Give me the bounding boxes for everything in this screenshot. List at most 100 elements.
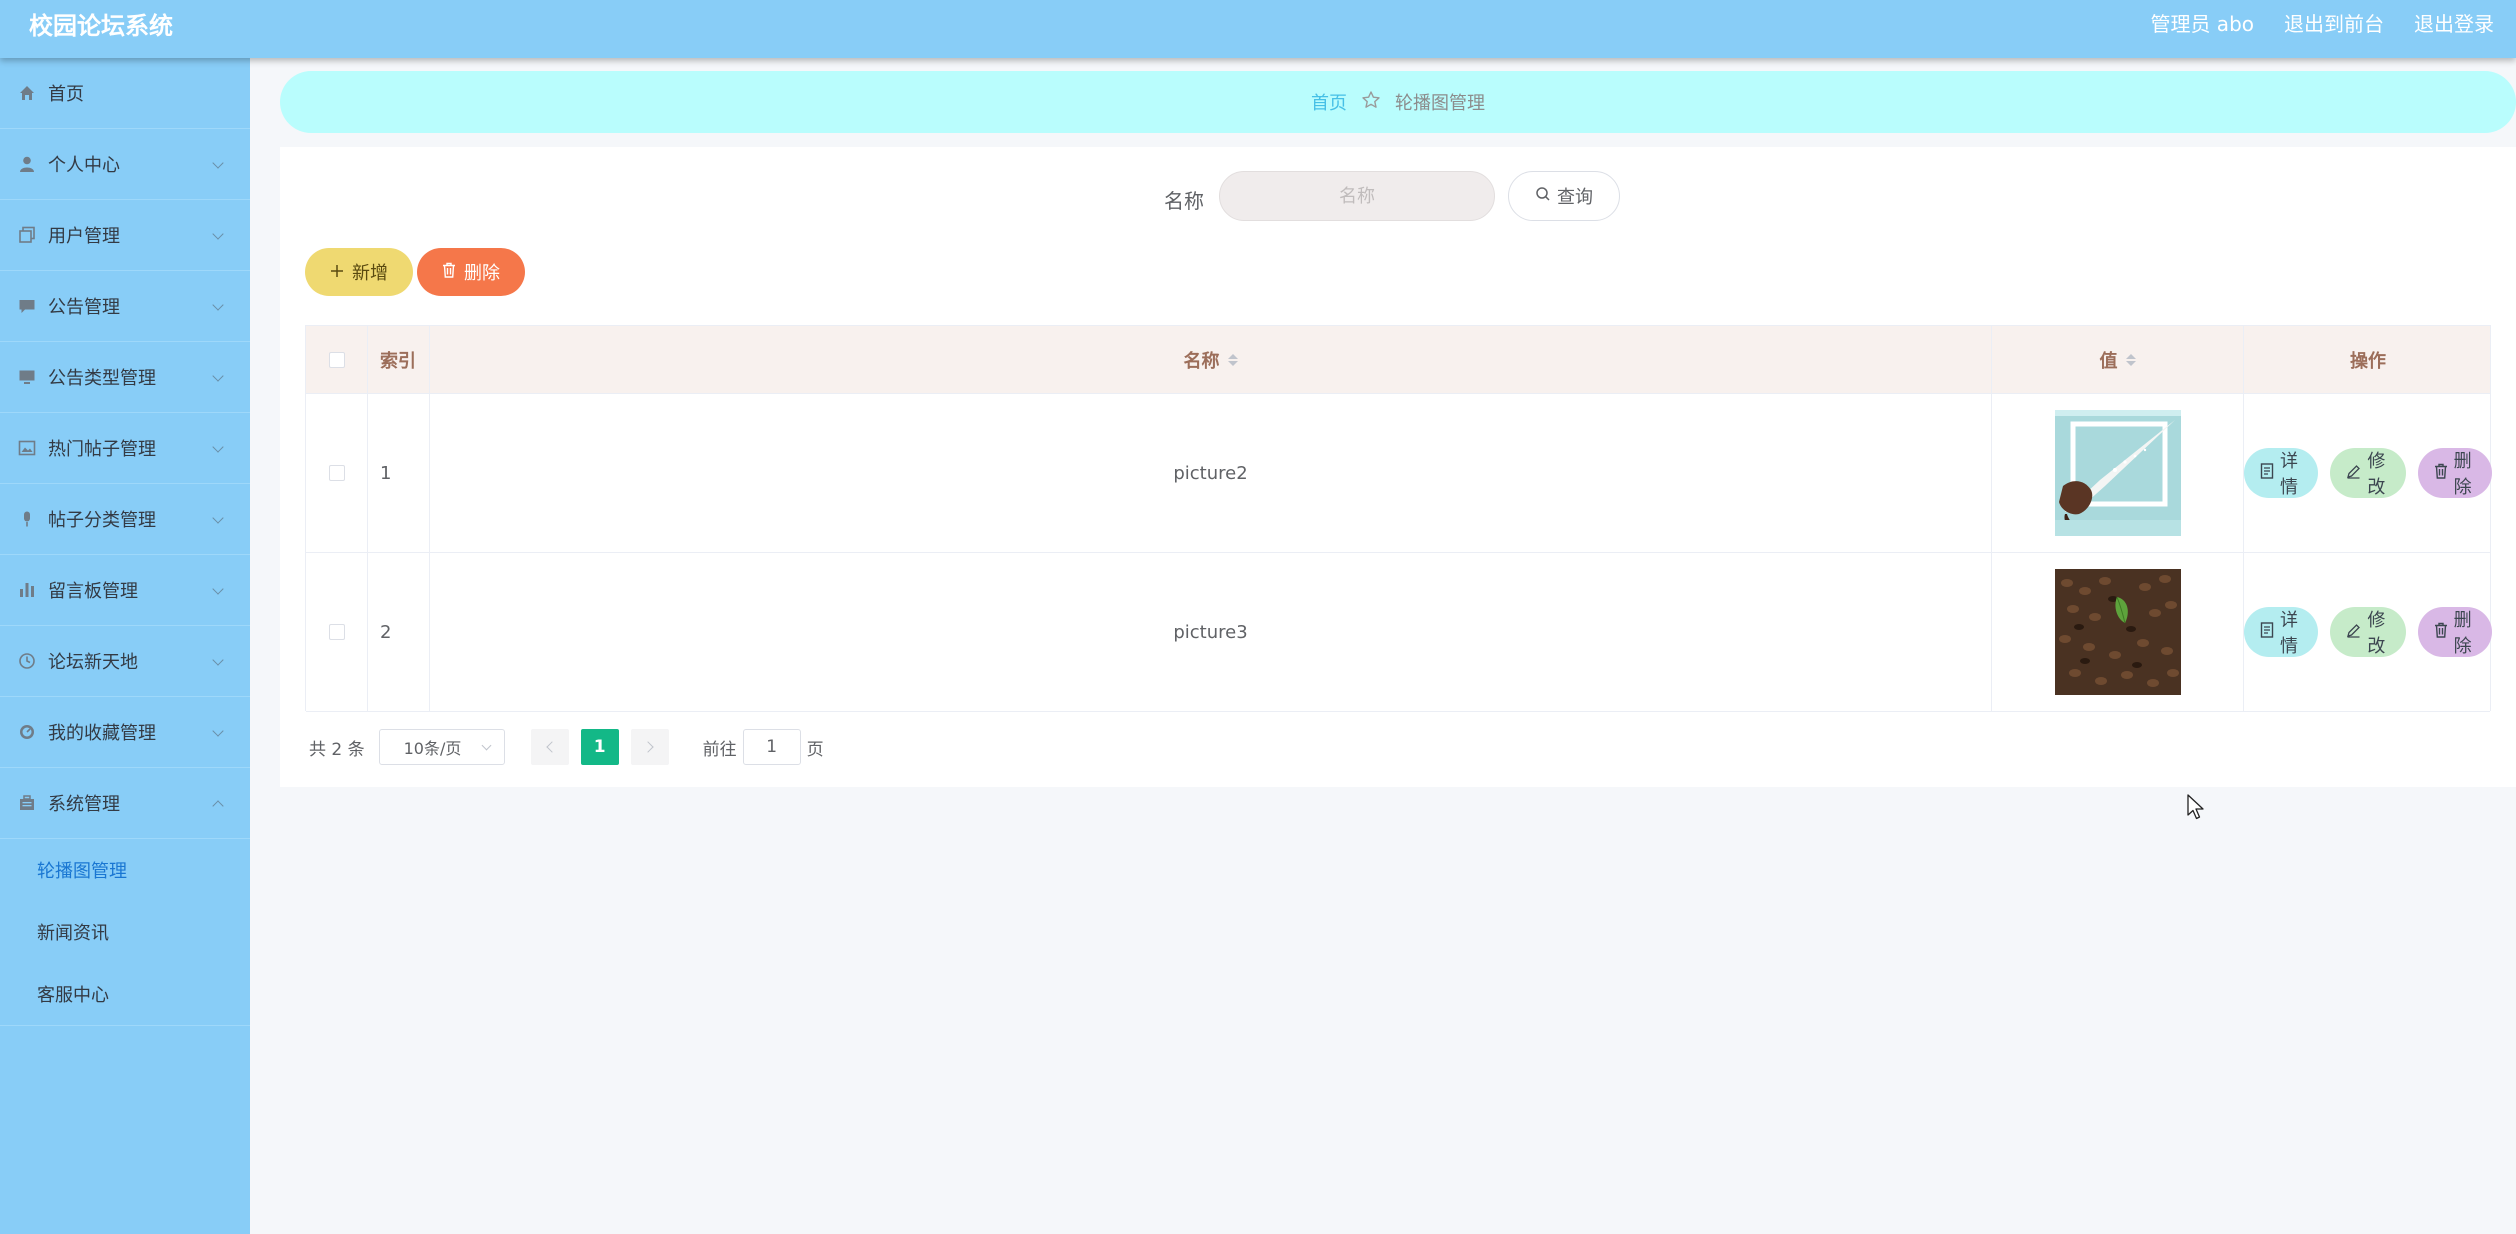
row-checkbox[interactable]	[328, 465, 345, 481]
pagination-total: 共 2 条	[309, 739, 365, 760]
bar-chart-icon	[18, 581, 36, 599]
edit-button[interactable]: 修改	[2330, 448, 2406, 498]
picture-icon	[18, 439, 36, 457]
column-header-value-sortable[interactable]: 值	[1992, 326, 2244, 393]
chevron-down-icon	[212, 441, 224, 453]
copy-icon	[18, 226, 36, 244]
document-icon	[2260, 621, 2274, 643]
chevron-down-icon	[481, 740, 492, 751]
main-panel: 名称 查询 新增 删除 索引 名称 值	[280, 147, 2516, 787]
edit-icon	[2346, 463, 2361, 484]
row-delete-button[interactable]: 删除	[2417, 607, 2493, 657]
sidebar-item-notice-management[interactable]: 公告管理	[0, 271, 250, 342]
sort-caret-icon[interactable]	[2125, 353, 2136, 366]
trash-icon	[2434, 622, 2448, 643]
breadcrumb: 首页 轮播图管理	[280, 71, 2516, 133]
column-header-value: 值	[2099, 350, 2118, 372]
admin-user-label[interactable]: 管理员 abo	[2150, 8, 2254, 37]
chevron-right-icon	[641, 741, 654, 753]
top-bar: 校园论坛系统 管理员 abo 退出到前台 退出登录	[0, 0, 2516, 58]
sidebar-item-label: 热门帖子管理	[48, 439, 156, 460]
sidebar-item-message-board-management[interactable]: 留言板管理	[0, 555, 250, 626]
column-header-operations: 操作	[2350, 350, 2386, 372]
trash-icon	[2434, 463, 2448, 484]
edit-button[interactable]: 修改	[2330, 607, 2406, 657]
sidebar-item-label: 我的收藏管理	[48, 723, 156, 744]
sidebar-item-label: 首页	[48, 84, 84, 105]
document-icon	[2260, 462, 2274, 484]
sidebar-subitem-customer-service[interactable]: 客服中心	[0, 963, 250, 1025]
add-button[interactable]: 新增	[305, 248, 413, 296]
chevron-down-icon	[212, 512, 224, 524]
chat-icon	[18, 297, 36, 315]
plus-icon	[330, 262, 344, 283]
chevron-down-icon	[212, 299, 224, 311]
chevron-up-icon	[212, 800, 224, 812]
sidebar-item-label: 留言板管理	[48, 581, 138, 602]
prev-page-button[interactable]	[530, 729, 569, 765]
mouse-cursor-icon	[2187, 794, 2205, 824]
sidebar-item-label: 帖子分类管理	[48, 510, 156, 531]
detail-button[interactable]: 详情	[2244, 607, 2319, 657]
sidebar-item-my-favorites-management[interactable]: 我的收藏管理	[0, 697, 250, 768]
batch-delete-button[interactable]: 删除	[417, 248, 525, 296]
app-title: 校园论坛系统	[29, 12, 173, 40]
row-checkbox[interactable]	[328, 624, 345, 640]
row-delete-button[interactable]: 删除	[2417, 448, 2493, 498]
column-header-index: 索引	[380, 350, 416, 372]
pagination: 共 2 条 10条/页 1 前往 页	[309, 729, 824, 765]
next-page-button[interactable]	[630, 729, 669, 765]
row-thumbnail-image	[2054, 569, 2181, 695]
sort-caret-icon[interactable]	[1227, 353, 1238, 366]
page-number-button[interactable]: 1	[580, 729, 619, 765]
search-row: 名称 查询	[280, 171, 2516, 221]
sidebar-item-personal-center[interactable]: 个人中心	[0, 129, 250, 200]
sidebar-item-post-category-management[interactable]: 帖子分类管理	[0, 484, 250, 555]
breadcrumb-home-link[interactable]: 首页	[1311, 89, 1347, 115]
chevron-left-icon	[545, 741, 558, 753]
edit-icon	[2346, 622, 2361, 643]
search-icon	[1535, 186, 1551, 207]
logout-link[interactable]: 退出登录	[2414, 8, 2494, 37]
row-index: 2	[380, 621, 392, 643]
star-icon	[1361, 90, 1381, 114]
sidebar-item-forum-world[interactable]: 论坛新天地	[0, 626, 250, 697]
exit-to-front-link[interactable]: 退出到前台	[2284, 8, 2384, 37]
chevron-down-icon	[212, 157, 224, 169]
detail-button-label: 详情	[2280, 610, 2298, 657]
sidebar-item-label: 个人中心	[48, 155, 120, 176]
breadcrumb-current: 轮播图管理	[1395, 93, 1485, 114]
monitor-icon	[18, 368, 36, 386]
column-header-name: 名称	[1183, 350, 1220, 372]
microphone-icon	[18, 510, 36, 528]
sidebar-item-hot-post-management[interactable]: 热门帖子管理	[0, 413, 250, 484]
select-all-checkbox[interactable]	[328, 351, 345, 368]
row-thumbnail-image	[2054, 410, 2181, 536]
sidebar-item-home[interactable]: 首页	[0, 58, 250, 129]
top-links: 管理员 abo 退出到前台 退出登录	[2150, 8, 2494, 37]
edit-button-label: 修改	[2367, 451, 2386, 498]
data-table: 索引 名称 值 操作 1 picture2 详情 修改 删除 2 picture…	[305, 325, 2493, 712]
search-button[interactable]: 查询	[1508, 171, 1620, 221]
sidebar-item-label: 用户管理	[48, 226, 120, 247]
sidebar-item-notice-type-management[interactable]: 公告类型管理	[0, 342, 250, 413]
sidebar-item-system-management[interactable]: 系统管理	[0, 768, 250, 839]
search-input[interactable]	[1219, 171, 1495, 221]
row-name: picture3	[1173, 621, 1248, 643]
sidebar: 首页 个人中心 用户管理 公告管理 公告类型管理 热门帖子管理 帖子分类管理 留…	[0, 58, 250, 1234]
page-size-select[interactable]: 10条/页	[378, 729, 505, 765]
suitcase-icon	[18, 794, 36, 812]
home-icon	[18, 84, 36, 102]
column-header-name-sortable[interactable]: 名称	[430, 326, 1992, 393]
chevron-down-icon	[212, 654, 224, 666]
page-size-value: 10条/页	[403, 739, 462, 758]
sidebar-subitem-news[interactable]: 新闻资讯	[0, 901, 250, 963]
goto-page-input[interactable]	[742, 729, 801, 765]
add-button-label: 新增	[352, 263, 388, 284]
sidebar-subitem-carousel-management[interactable]: 轮播图管理	[0, 839, 250, 901]
sidebar-item-label: 论坛新天地	[48, 652, 138, 673]
row-delete-button-label: 删除	[2453, 610, 2472, 657]
sidebar-item-user-management[interactable]: 用户管理	[0, 200, 250, 271]
sidebar-item-label: 公告类型管理	[48, 368, 156, 389]
detail-button[interactable]: 详情	[2244, 448, 2319, 498]
